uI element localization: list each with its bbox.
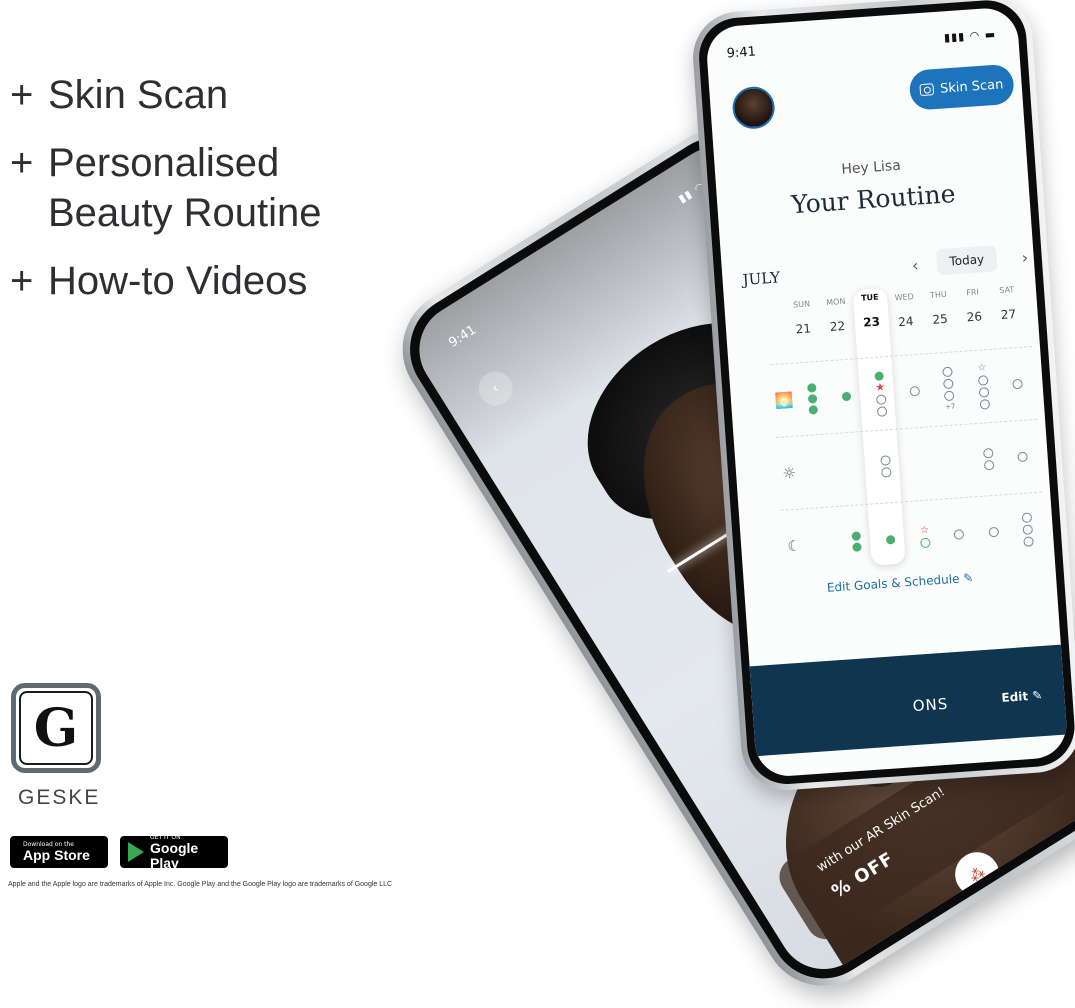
more-count: +7 xyxy=(944,402,956,412)
day-name: TUE xyxy=(860,292,879,303)
day-date: 26 xyxy=(966,309,983,325)
grid-cell[interactable]: +7 xyxy=(930,366,967,412)
status-time: 9:41 xyxy=(726,44,757,62)
bottom-panel: ONS Edit ✎ xyxy=(749,644,1068,757)
grid-cell[interactable] xyxy=(1000,378,1035,390)
month-label: JULY xyxy=(741,268,781,289)
day-name: THU xyxy=(929,289,948,300)
today-button[interactable]: Today xyxy=(935,245,998,276)
feature-list: + Skin Scan + Personalised Beauty Routin… xyxy=(10,70,322,324)
day-name: WED xyxy=(894,292,915,303)
grid-cell[interactable] xyxy=(800,470,834,472)
camera-icon xyxy=(919,83,935,97)
next-week-button[interactable]: › xyxy=(1021,248,1029,267)
grid-cell[interactable] xyxy=(942,528,977,540)
day-date: 25 xyxy=(931,311,949,327)
grid-cell[interactable] xyxy=(868,454,904,478)
feature-skin-scan: + Skin Scan xyxy=(10,70,322,120)
routine-phone: 9:41 ▮▮▮ ◠ ▬ Skin Scan Hey Lisa Your Rou… xyxy=(690,0,1075,794)
day-name: SUN xyxy=(792,299,811,310)
feature-label: Personalised Beauty Routine xyxy=(48,141,322,235)
grid-cell[interactable] xyxy=(1009,512,1046,548)
day-name: FRI xyxy=(966,287,980,298)
app-store-big: App Store xyxy=(23,847,90,863)
grid-cell[interactable] xyxy=(839,530,875,552)
grid-cell[interactable] xyxy=(805,543,839,545)
feature-routine: + Personalised Beauty Routine xyxy=(10,138,322,238)
grid-cell[interactable] xyxy=(897,385,932,397)
skin-scan-button[interactable]: Skin Scan xyxy=(908,63,1015,111)
feature-videos: + How-to Videos xyxy=(10,256,322,306)
routine-grid: 🌅 ★ +7 ☆ ☼ ☾ ☆ xyxy=(770,345,1048,583)
avatar[interactable] xyxy=(731,85,777,131)
grid-cell[interactable] xyxy=(976,526,1011,538)
grid-cell[interactable]: ☆ xyxy=(907,525,943,549)
grid-cell[interactable] xyxy=(1005,451,1040,463)
grid-cell[interactable] xyxy=(829,390,864,401)
back-button[interactable]: ‹ xyxy=(472,365,520,413)
google-play-icon xyxy=(128,842,144,862)
panel-title: ONS xyxy=(912,694,949,716)
brand-logo: G xyxy=(11,683,101,773)
google-play-text: GET IT ON Google Play xyxy=(150,834,220,871)
plus-icon: + xyxy=(10,259,34,303)
skin-scan-label: Skin Scan xyxy=(939,76,1004,97)
moon-icon: ☾ xyxy=(786,536,802,556)
sunrise-icon: 🌅 xyxy=(774,390,795,411)
google-play-big: Google Play xyxy=(150,839,199,871)
day-date: 23 xyxy=(862,314,881,330)
grid-cell[interactable] xyxy=(937,460,971,462)
grid-cell[interactable] xyxy=(794,382,830,415)
grid-cell[interactable] xyxy=(903,463,937,465)
feature-label: Skin Scan xyxy=(48,73,229,117)
sun-icon: ☼ xyxy=(781,463,797,483)
app-store-text: Download on the App Store xyxy=(23,841,90,863)
logo-letter: G xyxy=(19,691,93,765)
brand-name: GESKE xyxy=(18,786,101,809)
trademark-disclaimer: Apple and the Apple logo are trademarks … xyxy=(8,881,393,888)
routine-screen: 9:41 ▮▮▮ ◠ ▬ Skin Scan Hey Lisa Your Rou… xyxy=(704,6,1069,779)
status-icons: ▮▮▮ ◠ ▬ xyxy=(943,27,997,45)
grid-cell[interactable] xyxy=(970,447,1006,471)
day-date: 22 xyxy=(829,318,846,334)
day-date: 27 xyxy=(1000,306,1017,323)
grid-cell[interactable] xyxy=(873,534,908,545)
grid-cell[interactable]: ★ xyxy=(862,370,899,417)
plus-icon: + xyxy=(10,141,34,185)
grid-cell[interactable]: ☆ xyxy=(964,362,1001,410)
app-store-badge[interactable]: Download on the App Store xyxy=(10,836,108,868)
status-time: 9:41 xyxy=(446,322,480,351)
day-date: 21 xyxy=(795,321,812,337)
day-date: 24 xyxy=(897,314,915,330)
google-play-badge[interactable]: GET IT ON Google Play xyxy=(120,834,228,871)
prev-week-button[interactable]: ‹ xyxy=(911,256,919,275)
plus-icon: + xyxy=(10,73,34,117)
day-name: SAT xyxy=(999,285,1015,296)
grid-cell[interactable] xyxy=(834,468,868,470)
day-name: MON xyxy=(825,296,846,308)
feature-label: How-to Videos xyxy=(48,259,308,303)
panel-edit-button[interactable]: Edit ✎ xyxy=(1001,688,1043,705)
